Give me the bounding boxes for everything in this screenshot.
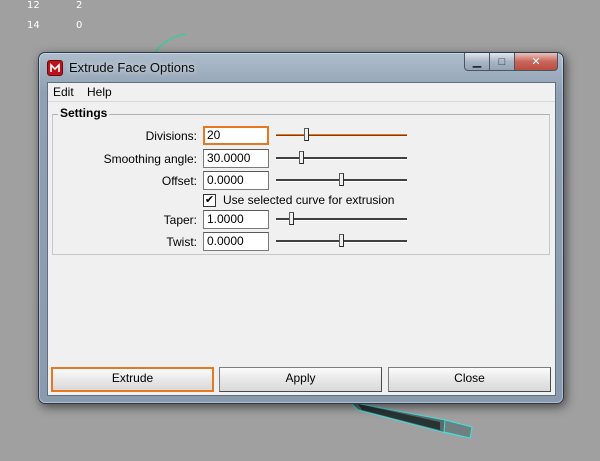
slider-track: [276, 134, 407, 136]
extrude-face-options-window: Extrude Face Options ▁ □ ✕ Edit Help Set…: [38, 52, 564, 404]
hud-value: 0: [76, 20, 83, 31]
maya-app-icon[interactable]: [47, 60, 63, 76]
offset-slider[interactable]: [276, 173, 407, 187]
settings-group: Settings Divisions: 20 Smoothing angle: …: [52, 106, 550, 255]
close-button[interactable]: Close: [388, 367, 551, 392]
slider-thumb[interactable]: [339, 234, 344, 247]
use-curve-checkbox[interactable]: ✔: [203, 194, 216, 207]
divisions-slider[interactable]: [276, 128, 407, 142]
slider-thumb[interactable]: [289, 212, 294, 225]
hud-value: 12: [27, 0, 40, 11]
maximize-icon: □: [498, 56, 506, 68]
maximize-button[interactable]: □: [490, 53, 515, 71]
minimize-icon: ▁: [472, 56, 482, 68]
smoothing-angle-label: Smoothing angle:: [103, 152, 197, 166]
slider-thumb[interactable]: [299, 151, 304, 164]
slider-track: [276, 218, 407, 221]
close-window-button[interactable]: ✕: [515, 53, 558, 71]
dialog-client-area: Edit Help Settings Divisions: 20 Smoothi…: [47, 82, 556, 396]
extrude-button[interactable]: Extrude: [51, 367, 214, 392]
twist-label: Twist:: [166, 235, 197, 249]
hud-value: 2: [76, 0, 83, 11]
divisions-field[interactable]: 20: [203, 126, 269, 145]
window-title: Extrude Face Options: [69, 60, 195, 75]
slider-thumb[interactable]: [304, 128, 309, 141]
taper-field[interactable]: 1.0000: [203, 210, 269, 229]
slider-track: [276, 157, 407, 160]
apply-button[interactable]: Apply: [219, 367, 382, 392]
taper-label: Taper:: [163, 213, 197, 227]
close-icon: ✕: [531, 56, 541, 68]
twist-slider[interactable]: [276, 234, 407, 248]
menu-bar: Edit Help: [48, 83, 555, 102]
menu-edit[interactable]: Edit: [51, 85, 76, 99]
menu-help[interactable]: Help: [85, 85, 114, 99]
use-curve-label[interactable]: Use selected curve for extrusion: [223, 193, 394, 207]
title-bar[interactable]: Extrude Face Options ▁ □ ✕: [39, 53, 563, 82]
smoothing-angle-slider[interactable]: [276, 151, 407, 165]
minimize-button[interactable]: ▁: [464, 53, 490, 71]
divisions-label: Divisions:: [145, 129, 197, 143]
offset-label: Offset:: [161, 174, 197, 188]
offset-field[interactable]: 0.0000: [203, 171, 269, 190]
taper-slider[interactable]: [276, 212, 407, 226]
smoothing-angle-field[interactable]: 30.0000: [203, 149, 269, 168]
settings-group-label: Settings: [58, 106, 110, 120]
twist-field[interactable]: 0.0000: [203, 232, 269, 251]
slider-thumb[interactable]: [339, 173, 344, 186]
hud-value: 14: [27, 20, 40, 31]
